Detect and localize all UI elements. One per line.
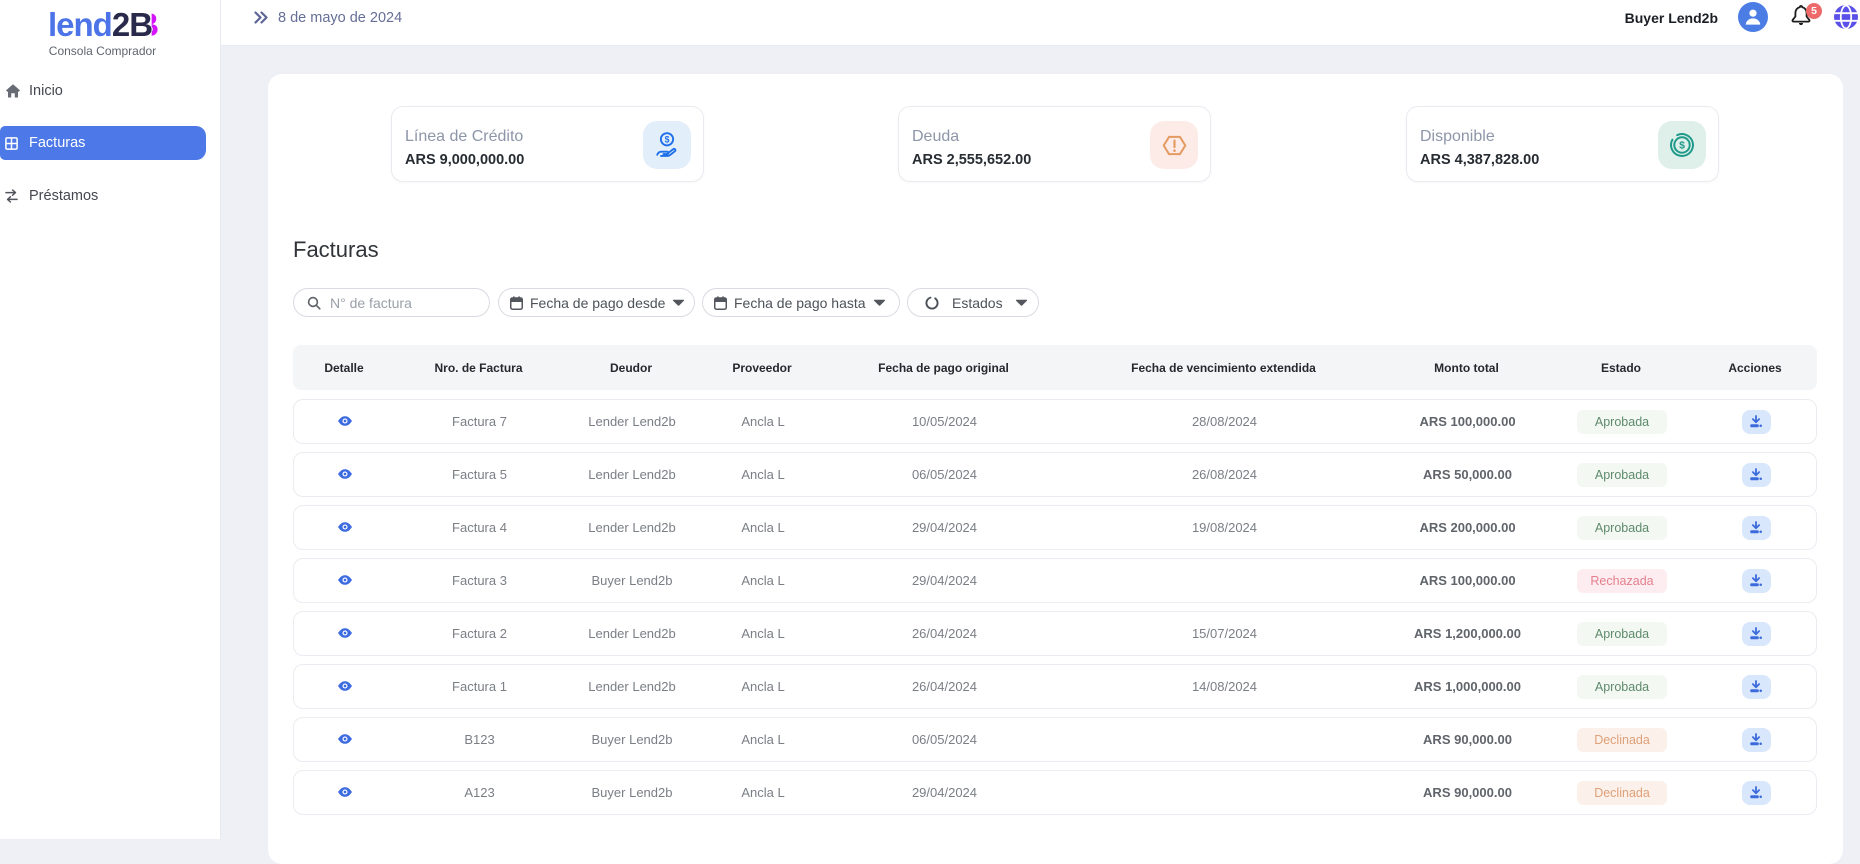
svg-text:$: $	[665, 135, 670, 145]
svg-text:$: $	[1679, 140, 1685, 152]
